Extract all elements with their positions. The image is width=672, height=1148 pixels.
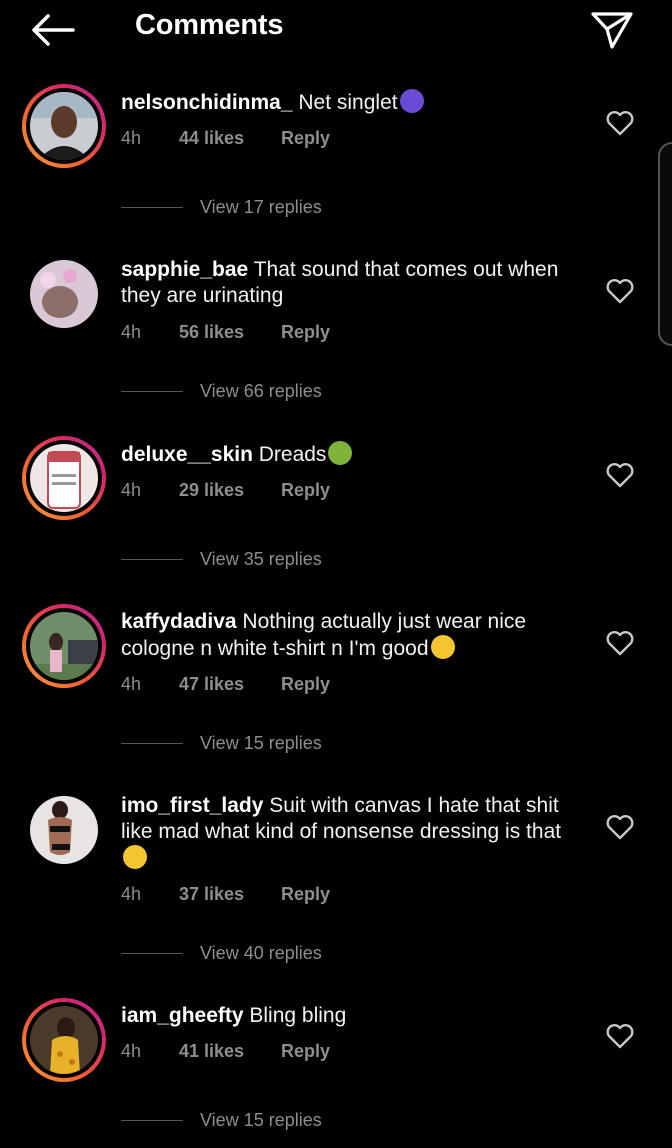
likes-count[interactable]: 47 likes	[179, 674, 281, 695]
username[interactable]: deluxe__skin	[121, 443, 253, 466]
view-replies-button[interactable]: View 66 replies	[121, 379, 322, 403]
paper-plane-icon	[591, 12, 633, 49]
view-replies-button[interactable]: View 15 replies	[121, 1108, 322, 1132]
comment-body: nelsonchidinma_ Net singlet	[121, 89, 591, 116]
share-button[interactable]	[586, 8, 638, 52]
woman-gesturing-no-emoji	[399, 89, 424, 113]
reply-button[interactable]: Reply	[281, 884, 330, 905]
nauseated-face-emoji	[328, 441, 353, 465]
view-replies-label: View 66 replies	[200, 380, 322, 401]
arrow-left-icon	[32, 14, 75, 46]
face-with-tears-of-joy-emoji	[430, 635, 455, 659]
comment-text: Net singlet	[292, 91, 398, 114]
comment-body: iam_gheefty Bling bling	[121, 1003, 591, 1029]
comment-meta: 4h 44 likes Reply	[121, 126, 330, 150]
comment-meta: 4h 37 likes Reply	[121, 882, 330, 906]
comment-body: sapphie_bae That sound that comes out wh…	[121, 257, 591, 309]
username[interactable]: nelsonchidinma_	[121, 91, 293, 114]
view-replies-label: View 15 replies	[200, 1109, 322, 1130]
heart-icon[interactable]	[605, 109, 635, 137]
comment-meta: 4h 47 likes Reply	[121, 672, 330, 696]
avatar[interactable]	[22, 84, 106, 168]
scrollbar-thumb[interactable]	[658, 142, 672, 346]
username[interactable]: iam_gheefty	[121, 1004, 244, 1027]
avatar[interactable]	[22, 252, 106, 336]
comment-body: deluxe__skin Dreads	[121, 441, 591, 468]
likes-count[interactable]: 56 likes	[179, 322, 281, 343]
heart-icon[interactable]	[605, 813, 635, 841]
timestamp: 4h	[121, 883, 142, 904]
view-replies-label: View 17 replies	[200, 196, 322, 217]
page-title: Comments	[135, 9, 284, 41]
likes-count[interactable]: 37 likes	[179, 884, 281, 905]
view-replies-button[interactable]: View 35 replies	[121, 547, 322, 571]
back-button[interactable]	[26, 10, 78, 50]
heart-icon[interactable]	[605, 277, 635, 305]
comment-meta: 4h 56 likes Reply	[121, 320, 330, 344]
face-with-tears-of-joy-emoji	[123, 845, 147, 869]
divider-line	[121, 952, 183, 954]
avatar[interactable]	[22, 788, 106, 872]
view-replies-button[interactable]: View 17 replies	[121, 195, 322, 219]
timestamp: 4h	[121, 479, 142, 500]
heart-icon[interactable]	[605, 1022, 635, 1050]
view-replies-button[interactable]: View 15 replies	[121, 731, 322, 755]
likes-count[interactable]: 41 likes	[179, 1041, 281, 1062]
comment-meta: 4h 41 likes Reply	[121, 1039, 330, 1063]
comment-body: imo_first_lady Suit with canvas I hate t…	[121, 793, 591, 872]
comment-text: Bling bling	[243, 1004, 347, 1027]
view-replies-label: View 15 replies	[200, 732, 322, 753]
divider-line	[121, 558, 183, 560]
username[interactable]: sapphie_bae	[121, 258, 248, 281]
reply-button[interactable]: Reply	[281, 128, 330, 149]
divider-line	[121, 742, 183, 744]
likes-count[interactable]: 29 likes	[179, 480, 281, 501]
avatar[interactable]	[22, 998, 106, 1082]
top-bar: Comments	[0, 0, 672, 56]
view-replies-label: View 35 replies	[200, 548, 322, 569]
username[interactable]: kaffydadiva	[121, 610, 237, 633]
timestamp: 4h	[121, 321, 142, 342]
comment-body: kaffydadiva Nothing actually just wear n…	[121, 609, 591, 662]
divider-line	[121, 390, 183, 392]
view-replies-label: View 40 replies	[200, 942, 322, 963]
timestamp: 4h	[121, 673, 142, 694]
username[interactable]: imo_first_lady	[121, 794, 263, 817]
avatar[interactable]	[22, 436, 106, 520]
timestamp: 4h	[121, 127, 142, 148]
view-replies-button[interactable]: View 40 replies	[121, 941, 322, 965]
likes-count[interactable]: 44 likes	[179, 128, 281, 149]
comment-text: Dreads	[252, 443, 327, 466]
timestamp: 4h	[121, 1040, 142, 1061]
reply-button[interactable]: Reply	[281, 480, 330, 501]
heart-icon[interactable]	[605, 461, 635, 489]
avatar[interactable]	[22, 604, 106, 688]
divider-line	[121, 206, 183, 208]
reply-button[interactable]: Reply	[281, 322, 330, 343]
reply-button[interactable]: Reply	[281, 674, 330, 695]
heart-icon[interactable]	[605, 629, 635, 657]
reply-button[interactable]: Reply	[281, 1041, 330, 1062]
divider-line	[121, 1119, 183, 1121]
comment-meta: 4h 29 likes Reply	[121, 478, 330, 502]
